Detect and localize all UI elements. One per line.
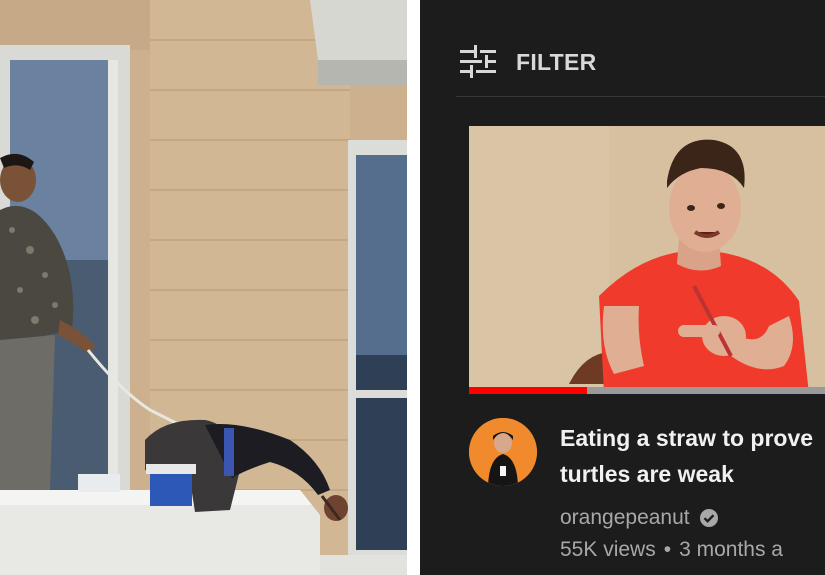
video-title[interactable]: Eating a straw to prove turtles are weak (560, 420, 825, 492)
watch-progress-fill (469, 387, 588, 394)
thumbnail-image (469, 126, 825, 394)
balcony-photo-illustration (0, 0, 407, 575)
sliders-icon (460, 45, 496, 78)
channel-avatar[interactable] (469, 418, 537, 486)
panel-divider (407, 0, 420, 575)
divider-line (456, 96, 825, 97)
youtube-panel: FILTER Eating a straw to prove turtles a… (420, 0, 825, 575)
video-title-line-1: Eating a straw to prove (560, 425, 814, 451)
upload-age: 3 months a (679, 538, 783, 561)
filter-button[interactable]: FILTER (458, 42, 597, 82)
view-count: 55K views (560, 538, 656, 561)
meta-separator: • (663, 538, 672, 561)
video-title-line-2: turtles are weak (560, 461, 734, 487)
video-thumbnail[interactable] (469, 126, 825, 394)
video-meta: 55K views • 3 months a (560, 538, 783, 562)
channel-row[interactable]: orangepeanut (560, 506, 720, 530)
avatar-image (469, 418, 537, 486)
channel-name: orangepeanut (560, 506, 690, 529)
watch-progress-bar (469, 387, 825, 394)
filter-label: FILTER (516, 48, 597, 75)
balcony-photo (0, 0, 407, 575)
verified-check-icon (699, 509, 718, 527)
